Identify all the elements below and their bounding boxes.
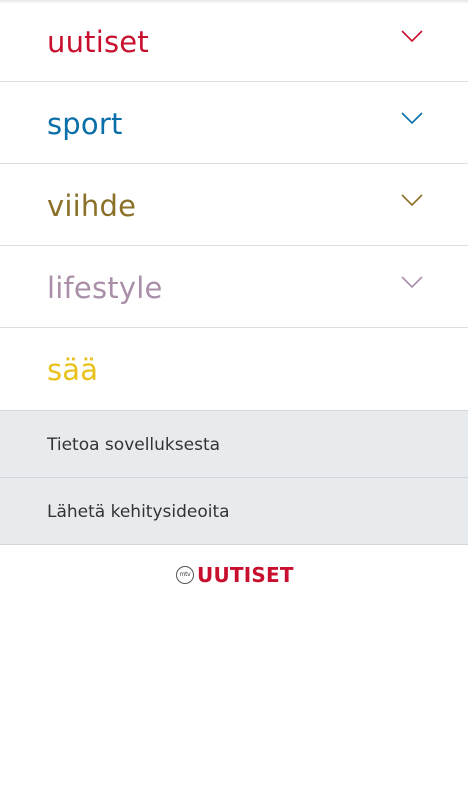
mtv-uutiset-logo: mtv UUTISET: [175, 563, 295, 589]
logo-wordmark: UUTISET: [197, 563, 294, 587]
menu-item-label: uutiset: [47, 25, 149, 59]
about-app-label: Tietoa sovelluksesta: [47, 435, 221, 455]
menu-item-saa[interactable]: sää: [0, 328, 468, 411]
menu-item-label: viihde: [47, 189, 137, 223]
footer-links: Tietoa sovelluksesta Lähetä kehitysideoi…: [0, 411, 468, 545]
chevron-down-icon[interactable]: [400, 109, 424, 127]
menu-item-label: sää: [47, 353, 99, 387]
chevron-down-icon[interactable]: [400, 273, 424, 291]
menu-item-uutiset[interactable]: uutiset: [0, 0, 468, 82]
menu-item-viihde[interactable]: viihde: [0, 164, 468, 246]
send-feedback-link[interactable]: Lähetä kehitysideoita: [0, 478, 468, 545]
send-feedback-label: Lähetä kehitysideoita: [47, 502, 230, 522]
chevron-down-icon[interactable]: [400, 191, 424, 209]
about-app-link[interactable]: Tietoa sovelluksesta: [0, 411, 468, 478]
mtv-badge: mtv: [176, 566, 194, 584]
menu-item-label: sport: [47, 107, 123, 141]
menu-item-lifestyle[interactable]: lifestyle: [0, 246, 468, 328]
menu-item-sport[interactable]: sport: [0, 82, 468, 164]
main-menu: uutiset sport viihde lifestyle sää: [0, 0, 468, 411]
chevron-down-icon[interactable]: [400, 27, 424, 45]
menu-item-label: lifestyle: [47, 271, 163, 305]
